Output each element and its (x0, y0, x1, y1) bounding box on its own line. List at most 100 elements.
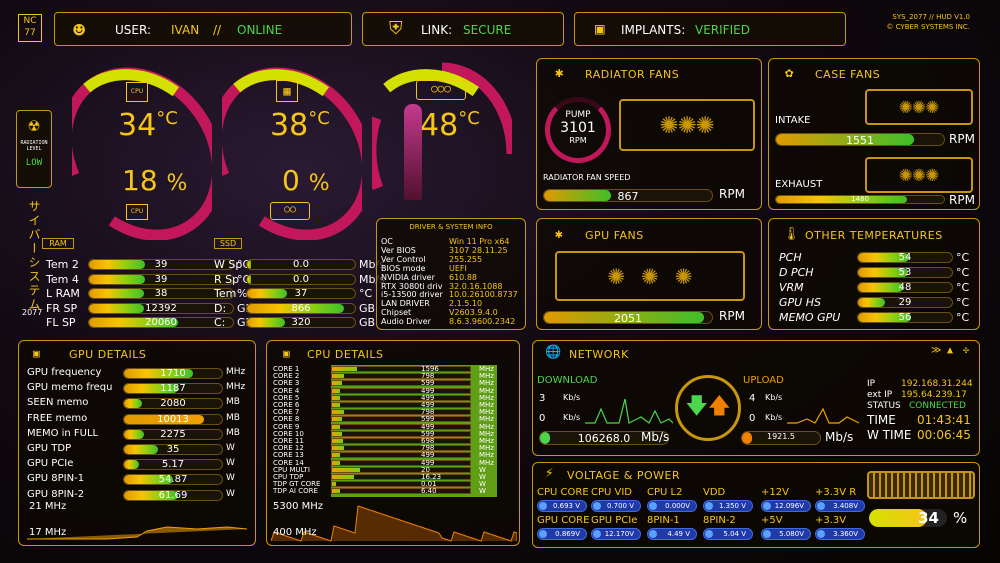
download-graph (585, 398, 673, 424)
cyberpunk-figure (404, 104, 422, 200)
dl-axis-top: 3 (539, 393, 546, 404)
gpu-detail-row-bar: 35 (123, 444, 223, 455)
upload-value: 1921.5 (767, 432, 795, 441)
ul-axis-unit-top: Kb/s (765, 393, 783, 402)
gpu-detail-row-bar: 10013 (123, 413, 223, 425)
ssd-row-value: 0.0 (293, 259, 309, 270)
ram-row-value: 12392 (145, 302, 177, 314)
gpu-detail-row-value: 1710 (160, 368, 186, 379)
voltage-label: CPU L2 (647, 487, 683, 498)
gpu-fan-icon: ✱ (555, 227, 563, 242)
case-fans-panel: ✿ CASE FANS ✺✺✺ INTAKE 1551 RPM ✺✺✺ EXHA… (768, 58, 980, 210)
target-icon: ✣ (963, 345, 970, 356)
driver-title: DRIVER & SYSTEM INFO (409, 223, 493, 231)
voltage-label: GPU CORE (537, 515, 590, 526)
ram-row-bar: 12392 (88, 302, 234, 314)
cpu-core-bar (331, 409, 471, 416)
thermometer-icon: 🌡 (783, 227, 800, 242)
gpu-detail-row-value: 10013 (157, 413, 189, 425)
driver-key: BIOS mode (381, 263, 426, 273)
gpu-fans-image: ✺ ✺ ✺ (555, 251, 745, 301)
upload-bar: 1921.5 (741, 431, 821, 445)
driver-value: 32.0.16.1088 (449, 281, 503, 291)
cpu-details-panel: ▣ CPU DETAILS CORE 1 1596 MHz CORE 2 798 MHz C… (266, 340, 520, 546)
driver-value: Win 11 Pro x64 (449, 237, 510, 246)
battery-bar: 34 (869, 509, 947, 527)
ram-row-label: Tem 4 (46, 272, 79, 286)
gpu-detail-row-unit: MB (226, 397, 240, 408)
transfer-ring: 🡇🡅 (675, 375, 741, 441)
cpu-core-bar (331, 373, 471, 380)
gpu-fans-panel: ✱ GPU FANS ✺ ✺ ✺ 2051 RPM (536, 218, 762, 330)
gpu-detail-row-value: 5.17 (161, 459, 185, 471)
gpu-detail-row-label: GPU memo frequ (27, 382, 113, 394)
cpu-core-bar (331, 459, 471, 466)
exhaust-bar: 1480 (775, 195, 945, 204)
battery-unit: % (953, 509, 968, 527)
radiation-value: LOW (25, 158, 43, 168)
ul-axis-bottom: 0 (749, 413, 756, 424)
exhaust-value: 1480 (851, 195, 869, 203)
case-fan-icon: ✿ (785, 65, 794, 81)
voltage-label: +3.3V R (815, 487, 857, 498)
case-fans-image-1: ✺✺✺ (865, 89, 973, 125)
cpu-details-title: CPU DETAILS (307, 348, 384, 361)
cpu-core-unit: W (479, 487, 486, 496)
voltage-label: CPU CORE (537, 487, 589, 498)
wifi-icon: ≫ (931, 345, 942, 356)
other-temp-row-bar: 53 (857, 267, 953, 278)
cpu-chip-icon: CPU (126, 82, 148, 102)
cpu-core-value: 6.40 (421, 487, 437, 496)
gpu-hotspot-temp: 48°C (420, 108, 480, 143)
other-temp-row-value: 54 (898, 252, 912, 263)
voltage-label: CPU VID (591, 487, 633, 498)
voltage-value-pill: 0.700 V (591, 500, 641, 512)
implants-value: VERIFIED (695, 23, 750, 37)
ip-value: 192.168.31.244 (901, 379, 973, 389)
driver-key: RTX 3080ti driv (381, 281, 443, 291)
other-temp-row-label: GPU HS (779, 296, 821, 309)
battery-value: 34 (918, 509, 939, 527)
cpu-core-bar (331, 423, 471, 430)
ssd-row-value: 37 (294, 288, 308, 299)
voltage-value-pill: 12.170V (591, 528, 641, 540)
ssd-row-bar: 37 (246, 288, 356, 299)
gpu-detail-row-unit: W (226, 458, 235, 469)
ssd-tag: SSD (214, 238, 242, 249)
ram-row-bar: 38 (88, 288, 234, 299)
ram-row-bar: 39 (88, 259, 234, 270)
ssd-row-value: 0.0 (293, 273, 309, 285)
cpu-core-bar (331, 394, 471, 401)
driver-key: Ver Control (381, 254, 426, 264)
other-temp-row-label: VRM (779, 281, 804, 294)
download-unit: Mb/s (641, 430, 670, 444)
intake-unit: RPM (949, 132, 975, 146)
voltage-label: +12V (761, 487, 789, 498)
implants-header: ▣ IMPLANTS: VERIFIED (574, 12, 846, 46)
voltage-value-pill: 0.693 V (537, 500, 587, 512)
voltage-panel: ⚡ VOLTAGE & POWER CPU CORE 0.693 V CPU VID… (532, 462, 980, 548)
upload-label: UPLOAD (743, 375, 784, 386)
intake-value: 1551 (846, 134, 874, 146)
radiator-speed-unit: RPM (719, 187, 745, 201)
gpu-detail-row-label: GPU 8PIN-2 (27, 488, 85, 500)
gpu-detail-row-bar: 5.17 (123, 459, 223, 471)
driver-key: Chipset (381, 308, 412, 318)
cpu-load: 18 % (122, 164, 188, 197)
ram-row-label: FL SP (46, 316, 76, 329)
gpu-fans-title: GPU FANS (585, 229, 644, 242)
network-panel: 🌐 NETWORK ≫ ▲ ✣ DOWNLOAD UPLOAD 3 Kb/s 0… (532, 340, 980, 456)
signal-icon: ▲ (947, 345, 954, 356)
voltage-value-pill: 4.49 V (647, 528, 697, 540)
gpu-detail-row-bar: 1187 (123, 383, 223, 395)
gpu-detail-row-label: GPU PCIe (27, 458, 74, 470)
user-status: ONLINE (237, 23, 283, 37)
other-temp-row-label: D PCH (779, 266, 814, 279)
voltage-label: +3.3V (815, 515, 847, 526)
other-temps-title: OTHER TEMPERATURES (805, 229, 943, 242)
link-label: LINK: (421, 23, 453, 37)
other-temp-row-bar: 48 (857, 282, 953, 293)
other-temp-row-value: 48 (898, 282, 912, 293)
voltage-value-pill: 1.350 V (703, 500, 753, 512)
cpu-core-bar (331, 481, 471, 488)
